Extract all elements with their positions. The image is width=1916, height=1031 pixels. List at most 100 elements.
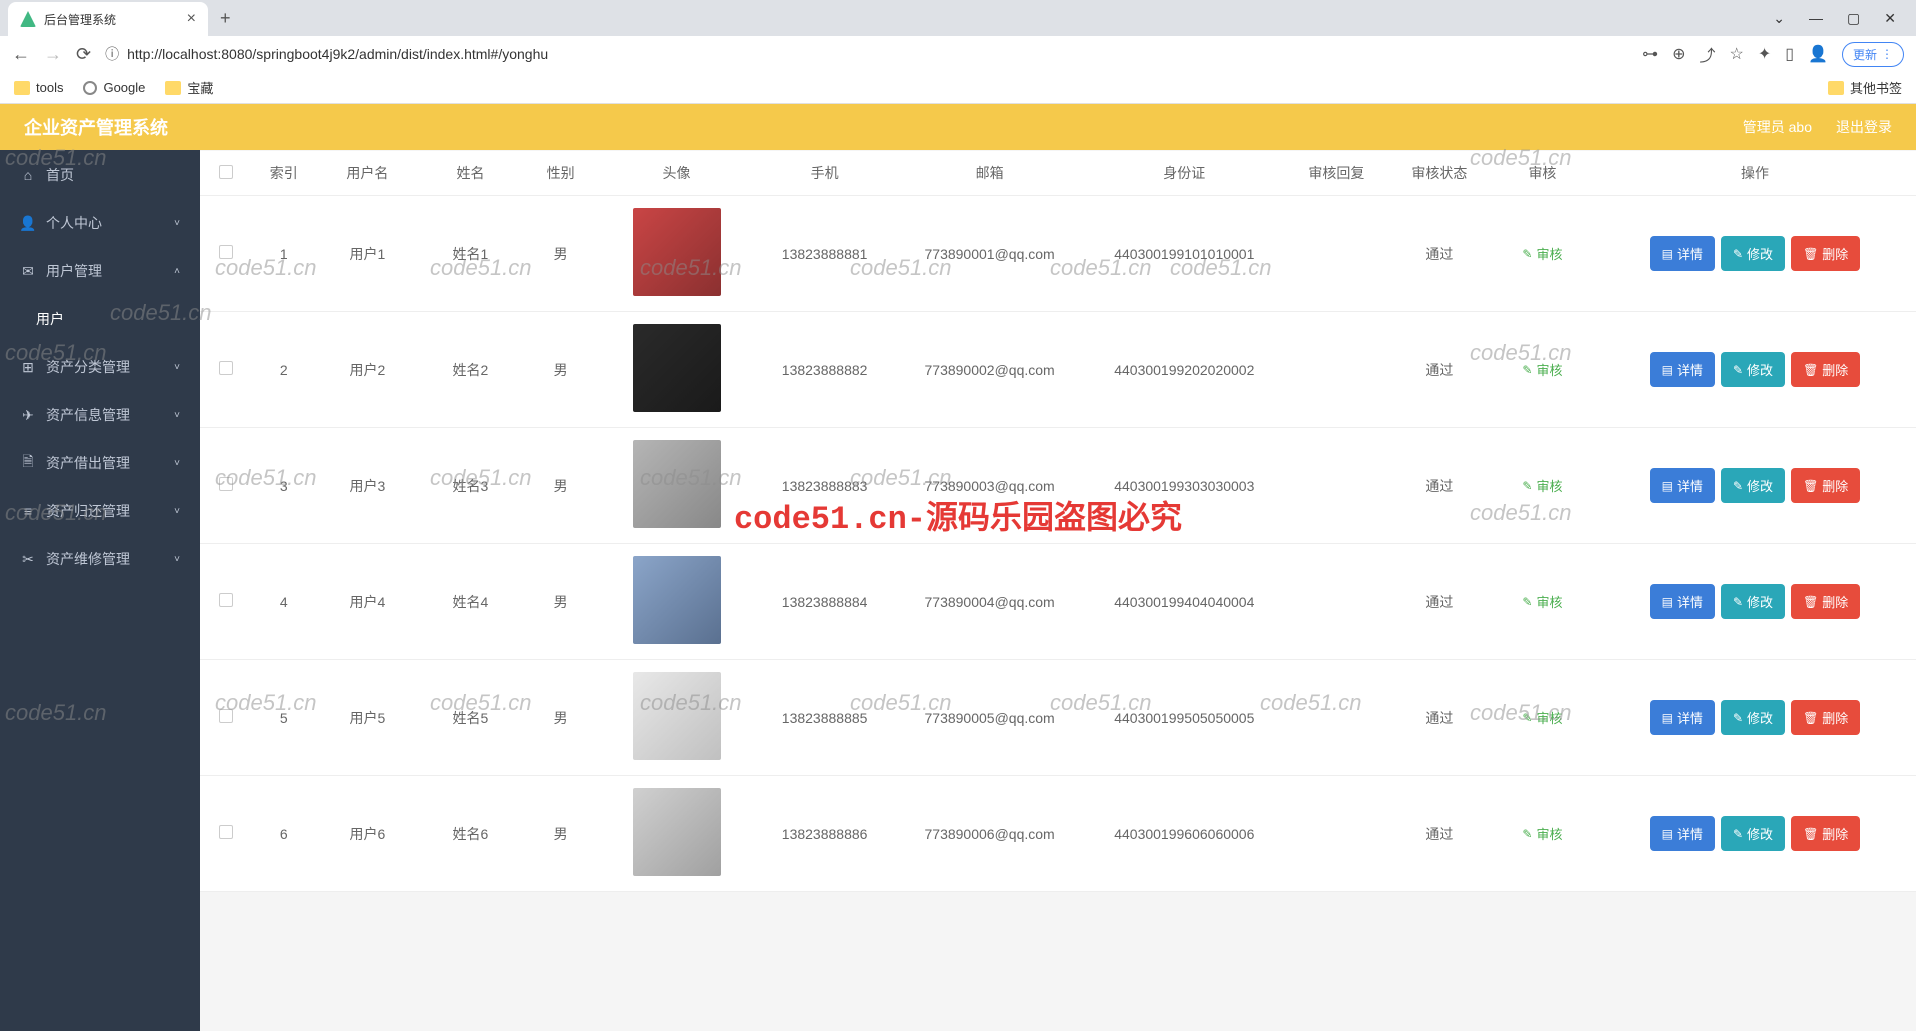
edit-button[interactable]: ✎修改: [1721, 236, 1785, 271]
cell-username: 用户2: [316, 312, 419, 428]
sidebar-item-7[interactable]: ≡资产归还管理˅: [0, 487, 200, 535]
minimize-icon[interactable]: —: [1809, 10, 1823, 27]
cell-gender: 男: [522, 776, 599, 892]
avatar-image[interactable]: [633, 672, 721, 760]
key-icon[interactable]: ⊶: [1642, 44, 1658, 64]
bookmark-baozang[interactable]: 宝藏: [165, 78, 213, 97]
edit-button[interactable]: ✎修改: [1721, 700, 1785, 735]
share-icon[interactable]: ⤴: [1699, 42, 1715, 66]
detail-button[interactable]: ▤详情: [1650, 468, 1715, 503]
dropdown-icon[interactable]: ⌄: [1773, 10, 1785, 27]
back-button[interactable]: ←: [12, 44, 30, 65]
maximize-icon[interactable]: ▢: [1847, 10, 1860, 27]
avatar-image[interactable]: [633, 324, 721, 412]
row-checkbox[interactable]: [219, 477, 233, 491]
extensions-icon[interactable]: ✦: [1758, 44, 1771, 64]
detail-button[interactable]: ▤详情: [1650, 352, 1715, 387]
close-window-icon[interactable]: ✕: [1884, 10, 1896, 27]
cell-index: 2: [252, 312, 316, 428]
wrench-icon: ✂: [20, 551, 36, 567]
cell-audit-status: 通过: [1388, 776, 1491, 892]
audit-link[interactable]: ✎ 审核: [1522, 360, 1562, 379]
sidebar-item-3[interactable]: 用户: [0, 295, 200, 343]
logout-link[interactable]: 退出登录: [1836, 117, 1892, 137]
delete-button[interactable]: 🗑删除: [1791, 816, 1860, 851]
pencil-icon: ✎: [1733, 247, 1743, 261]
bookmark-bar: tools Google 宝藏 其他书签: [0, 72, 1916, 104]
reload-button[interactable]: ⟳: [76, 44, 91, 65]
detail-button[interactable]: ▤详情: [1650, 236, 1715, 271]
profile-icon[interactable]: 👤: [1808, 44, 1828, 64]
detail-button[interactable]: ▤详情: [1650, 816, 1715, 851]
bookmark-tools[interactable]: tools: [14, 80, 63, 95]
table-row: 3 用户3 姓名3 男 13823888883 773890003@qq.com…: [200, 428, 1916, 544]
browser-tab[interactable]: 后台管理系统 ×: [8, 2, 208, 36]
list-icon: ▤: [1662, 363, 1673, 377]
avatar-image[interactable]: [633, 208, 721, 296]
audit-link[interactable]: ✎ 审核: [1522, 824, 1562, 843]
cell-phone: 13823888881: [754, 196, 896, 312]
cell-phone: 13823888883: [754, 428, 896, 544]
sidebar-item-6[interactable]: 🗎资产借出管理˅: [0, 439, 200, 487]
update-button[interactable]: 更新 ⋮: [1842, 42, 1904, 67]
avatar-image[interactable]: [633, 440, 721, 528]
edit-button[interactable]: ✎修改: [1721, 816, 1785, 851]
close-tab-icon[interactable]: ×: [187, 10, 196, 28]
sidebar-item-5[interactable]: ✈资产信息管理˅: [0, 391, 200, 439]
info-icon[interactable]: ⓘ: [105, 44, 119, 64]
edit-button[interactable]: ✎修改: [1721, 584, 1785, 619]
cell-audit-reply: [1285, 776, 1388, 892]
cell-email: 773890003@qq.com: [895, 428, 1083, 544]
user-table: 索引 用户名 姓名 性别 头像 手机 邮箱 身份证 审核回复 审核状态 审核 操…: [200, 151, 1916, 892]
avatar-image[interactable]: [633, 788, 721, 876]
zoom-icon[interactable]: ⊕: [1672, 44, 1685, 64]
content-card: 索引 用户名 姓名 性别 头像 手机 邮箱 身份证 审核回复 审核状态 审核 操…: [200, 151, 1916, 892]
pencil-icon: ✎: [1733, 711, 1743, 725]
sidebar-item-2[interactable]: ✉用户管理˄: [0, 247, 200, 295]
sidebar-item-0[interactable]: ⌂首页: [0, 151, 200, 199]
cell-name: 姓名6: [419, 776, 522, 892]
panel-icon[interactable]: ▯: [1785, 44, 1794, 64]
bookmark-other[interactable]: 其他书签: [1828, 78, 1902, 97]
delete-button[interactable]: 🗑删除: [1791, 584, 1860, 619]
audit-link[interactable]: ✎ 审核: [1522, 476, 1562, 495]
cell-phone: 13823888885: [754, 660, 896, 776]
new-tab-button[interactable]: +: [220, 8, 231, 29]
cell-audit-status: 通过: [1388, 660, 1491, 776]
cell-actions: ▤详情 ✎修改 🗑删除: [1594, 196, 1916, 312]
url-text: http://localhost:8080/springboot4j9k2/ad…: [127, 46, 548, 62]
edit-button[interactable]: ✎修改: [1721, 352, 1785, 387]
detail-button[interactable]: ▤详情: [1650, 700, 1715, 735]
header-audit-status: 审核状态: [1388, 151, 1491, 196]
checkbox-all[interactable]: [219, 165, 233, 179]
cell-idcard: 440300199404040004: [1084, 544, 1285, 660]
row-checkbox[interactable]: [219, 825, 233, 839]
audit-link[interactable]: ✎ 审核: [1522, 592, 1562, 611]
audit-link[interactable]: ✎ 审核: [1522, 244, 1562, 263]
delete-button[interactable]: 🗑删除: [1791, 352, 1860, 387]
delete-button[interactable]: 🗑删除: [1791, 236, 1860, 271]
detail-button[interactable]: ▤详情: [1650, 584, 1715, 619]
sidebar-item-4[interactable]: ⊞资产分类管理˅: [0, 343, 200, 391]
delete-button[interactable]: 🗑删除: [1791, 468, 1860, 503]
pencil-icon: ✎: [1733, 363, 1743, 377]
bookmark-google[interactable]: Google: [83, 80, 145, 95]
row-checkbox[interactable]: [219, 593, 233, 607]
star-icon[interactable]: ☆: [1730, 44, 1744, 64]
admin-label[interactable]: 管理员 abo: [1743, 117, 1812, 137]
url-input[interactable]: ⓘ http://localhost:8080/springboot4j9k2/…: [105, 44, 1628, 64]
list-icon: ▤: [1662, 479, 1673, 493]
avatar-image[interactable]: [633, 556, 721, 644]
edit-button[interactable]: ✎修改: [1721, 468, 1785, 503]
row-checkbox[interactable]: [219, 245, 233, 259]
delete-button[interactable]: 🗑删除: [1791, 700, 1860, 735]
row-checkbox[interactable]: [219, 361, 233, 375]
forward-button[interactable]: →: [44, 44, 62, 65]
user-icon: 👤: [20, 215, 36, 231]
audit-link[interactable]: ✎ 审核: [1522, 708, 1562, 727]
row-checkbox[interactable]: [219, 709, 233, 723]
sidebar-item-8[interactable]: ✂资产维修管理˅: [0, 535, 200, 583]
list-icon: ▤: [1662, 711, 1673, 725]
cell-audit-reply: [1285, 544, 1388, 660]
sidebar-item-1[interactable]: 👤个人中心˅: [0, 199, 200, 247]
